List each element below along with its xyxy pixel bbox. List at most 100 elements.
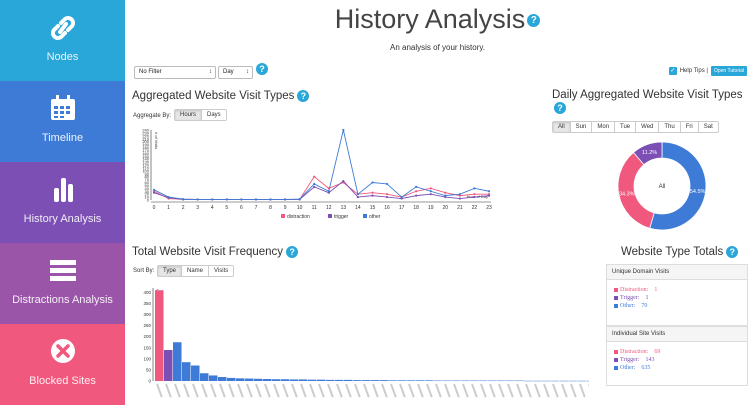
day-toggle: All Sun Mon Tue Wed Thu Fri Sat [552, 121, 719, 133]
data-point-other [298, 198, 301, 201]
totals-row: Other: 70 [614, 302, 740, 310]
bar-other [362, 380, 371, 381]
bar-other [380, 380, 389, 381]
bar-other [416, 380, 425, 381]
x-tick-label-blurred [192, 383, 199, 398]
y-tick-label: 240 [142, 128, 149, 133]
app: Nodes Timeline History Analysis Distract… [0, 0, 750, 405]
day-button-all[interactable]: All [553, 122, 571, 132]
sidebar-item-label: History Analysis [23, 213, 102, 225]
period-select[interactable]: Day ↕ [218, 66, 253, 79]
help-icon[interactable]: ? [256, 63, 268, 75]
day-button-wed[interactable]: Wed [636, 122, 660, 132]
daily-donut-chart: 54.5% 34.3% 11.2% All [617, 141, 707, 231]
y-tick-label: 300 [143, 312, 151, 317]
x-tick-label-blurred [381, 383, 388, 398]
data-point-trigger [429, 193, 432, 196]
block-icon [0, 336, 125, 366]
day-button-fri[interactable]: Fri [680, 122, 699, 132]
sidebar-item-distractions-analysis[interactable]: Distractions Analysis [0, 243, 125, 324]
data-point-other [182, 198, 185, 201]
help-icon[interactable]: ? [726, 246, 739, 258]
help-icon[interactable]: ? [286, 246, 299, 258]
x-tick-label-blurred [255, 383, 262, 398]
filter-select-value: No Filter [139, 69, 162, 75]
sidebar-item-blocked-sites[interactable]: Blocked Sites [0, 324, 125, 405]
totals-row: Distraction: 1 [614, 286, 740, 294]
help-icon[interactable]: ? [297, 90, 310, 102]
chevron-updown-icon: ↕ [246, 69, 249, 75]
y-tick-label: 400 [143, 290, 151, 295]
x-tick-label-blurred [201, 383, 208, 398]
sidebar-item-history-analysis[interactable]: History Analysis [0, 162, 125, 243]
totals-value: 143 [645, 357, 655, 363]
bar-other [371, 380, 380, 381]
y-axis-label: # of Visits [154, 132, 159, 149]
sort-name-button[interactable]: Name [182, 266, 210, 276]
totals-label: Other: [620, 303, 636, 309]
x-tick-label-blurred [552, 383, 559, 398]
x-tick-label: 19 [428, 205, 434, 211]
filter-select[interactable]: No Filter ↕ [134, 66, 216, 79]
x-tick-label: 2 [182, 205, 185, 211]
totals-value: 1 [654, 287, 658, 293]
totals-row: Trigger: 143 [614, 356, 740, 364]
help-icon[interactable]: ? [554, 102, 566, 114]
totals-row: Distraction: 69 [614, 348, 740, 356]
data-point-other [196, 198, 199, 201]
data-point-trigger [356, 195, 360, 199]
bar-other [470, 380, 479, 382]
x-tick-label-blurred [588, 383, 589, 398]
open-tutorial-button[interactable]: Open Tutorial [710, 66, 747, 76]
bar-other [389, 380, 398, 381]
series-line-trigger [153, 180, 490, 200]
link-icon [0, 12, 125, 42]
sort-visits-button[interactable]: Visits [209, 266, 234, 276]
sidebar-item-label: Blocked Sites [29, 375, 96, 387]
data-point-other [371, 181, 374, 184]
day-button-mon[interactable]: Mon [592, 122, 616, 132]
bar-other [353, 380, 362, 381]
frequency-bar-chart: 050100150200250300350400Visits [143, 288, 589, 398]
x-tick-label-blurred [453, 383, 460, 398]
bar-other [290, 379, 299, 381]
day-button-thu[interactable]: Thu [659, 122, 681, 132]
bar-chart-icon [0, 174, 125, 204]
day-button-tue[interactable]: Tue [615, 122, 637, 132]
data-point-other [473, 187, 476, 190]
data-point-other [269, 198, 272, 201]
unique-domain-header: Unique Domain Visits [607, 265, 747, 280]
bar-other [533, 380, 542, 382]
day-button-sat[interactable]: Sat [698, 122, 718, 132]
x-tick-label: 1 [167, 205, 170, 211]
help-icon[interactable]: ? [527, 14, 541, 28]
y-tick-label: 150 [143, 345, 151, 350]
data-point-trigger [385, 195, 389, 199]
x-tick-label-blurred [534, 383, 541, 398]
data-point-trigger [313, 185, 316, 188]
hours-button[interactable]: Hours [175, 110, 203, 120]
data-point-trigger [371, 194, 374, 197]
help-tips-checkbox[interactable]: ✓ [668, 67, 677, 75]
x-tick-label-blurred [525, 383, 532, 398]
bar-other [434, 380, 443, 382]
day-button-sun[interactable]: Sun [570, 122, 593, 132]
frequency-title: Total Website Visit Frequency? [132, 246, 299, 258]
bar-other [218, 377, 227, 381]
help-tips-label: Help Tips | [679, 68, 708, 74]
bar-other [272, 379, 281, 381]
x-tick-label-blurred [282, 383, 289, 398]
x-tick-label-blurred [327, 383, 334, 398]
x-tick-label-blurred [228, 383, 235, 398]
sidebar-item-timeline[interactable]: Timeline [0, 81, 125, 162]
days-button[interactable]: Days [202, 110, 226, 120]
sort-type-button[interactable]: Type [158, 266, 183, 276]
bar-other [587, 380, 589, 382]
sidebar-item-nodes[interactable]: Nodes [0, 0, 125, 81]
data-point-other [487, 190, 491, 193]
data-point-trigger [487, 194, 491, 197]
bar-other [569, 380, 578, 382]
aggregate-by-label: Aggregate By: [133, 113, 172, 119]
data-point-distraction [385, 193, 389, 196]
data-point-distraction [429, 187, 432, 190]
